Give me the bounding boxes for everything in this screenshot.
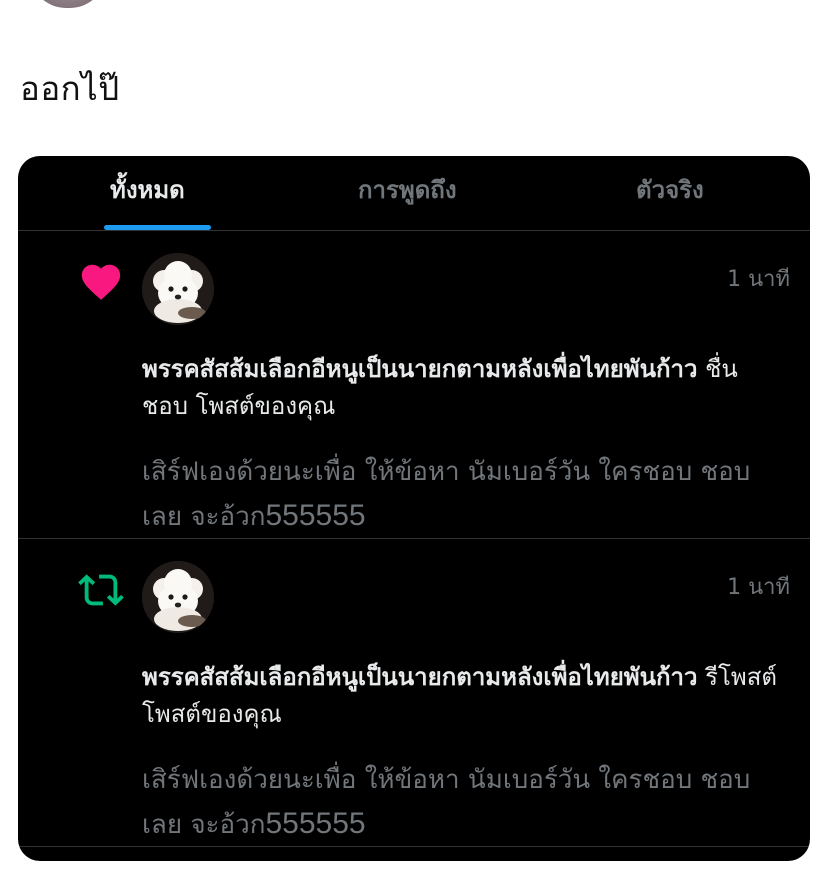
user-name[interactable]: พรรคสัสส้มเลือกอีหนูเป็นนายกตามหลังเพื่อ… [142,355,697,383]
notification-repost[interactable]: 1 นาที พรรคสัสส้มเลือกอีหนูเป็นนายกตามหล… [18,539,810,847]
notification-time: 1 นาที [727,575,790,600]
post-preview[interactable]: เสิร์ฟเองด้วยนะเพื่อ ให้ข้อหา นัมเบอร์วั… [142,759,762,847]
tab-all[interactable]: ทั้งหมด [110,170,185,209]
notification-like[interactable]: 1 นาที พรรคสัสส้มเลือกอีหนูเป็นนายกตามหล… [18,231,810,539]
user-name[interactable]: พรรคสัสส้มเลือกอีหนูเป็นนายกตามหลังเพื่อ… [142,663,697,691]
post-preview-number: 555555 [265,807,366,840]
notifications-tabs: ทั้งหมด การพูดถึง ตัวจริง [18,156,810,231]
post-preview-number: 555555 [265,499,366,532]
notifications-panel: ทั้งหมด การพูดถึง ตัวจริง 1 นาที พรรคสัส… [18,156,810,861]
avatar[interactable] [142,561,214,633]
post-preview[interactable]: เสิร์ฟเองด้วยนะเพื่อ ให้ข้อหา นัมเบอร์วั… [142,451,762,539]
post-caption: ออกไป๊ [20,69,120,108]
notification-time: 1 นาที [727,267,790,292]
profile-avatar-partial[interactable] [30,0,106,8]
heart-icon [78,259,124,305]
notification-headline: พรรคสัสส้มเลือกอีหนูเป็นนายกตามหลังเพื่อ… [142,659,782,733]
active-tab-indicator [104,225,211,230]
tab-verified[interactable]: ตัวจริง [636,170,704,209]
avatar[interactable] [142,253,214,325]
post-preview-text: เสิร์ฟเองด้วยนะเพื่อ ให้ข้อหา นัมเบอร์วั… [142,457,751,532]
tab-mentions[interactable]: การพูดถึง [358,170,457,209]
retweet-icon [78,567,124,613]
notification-headline: พรรคสัสส้มเลือกอีหนูเป็นนายกตามหลังเพื่อ… [142,351,782,425]
post-preview-text: เสิร์ฟเองด้วยนะเพื่อ ให้ข้อหา นัมเบอร์วั… [142,765,751,840]
